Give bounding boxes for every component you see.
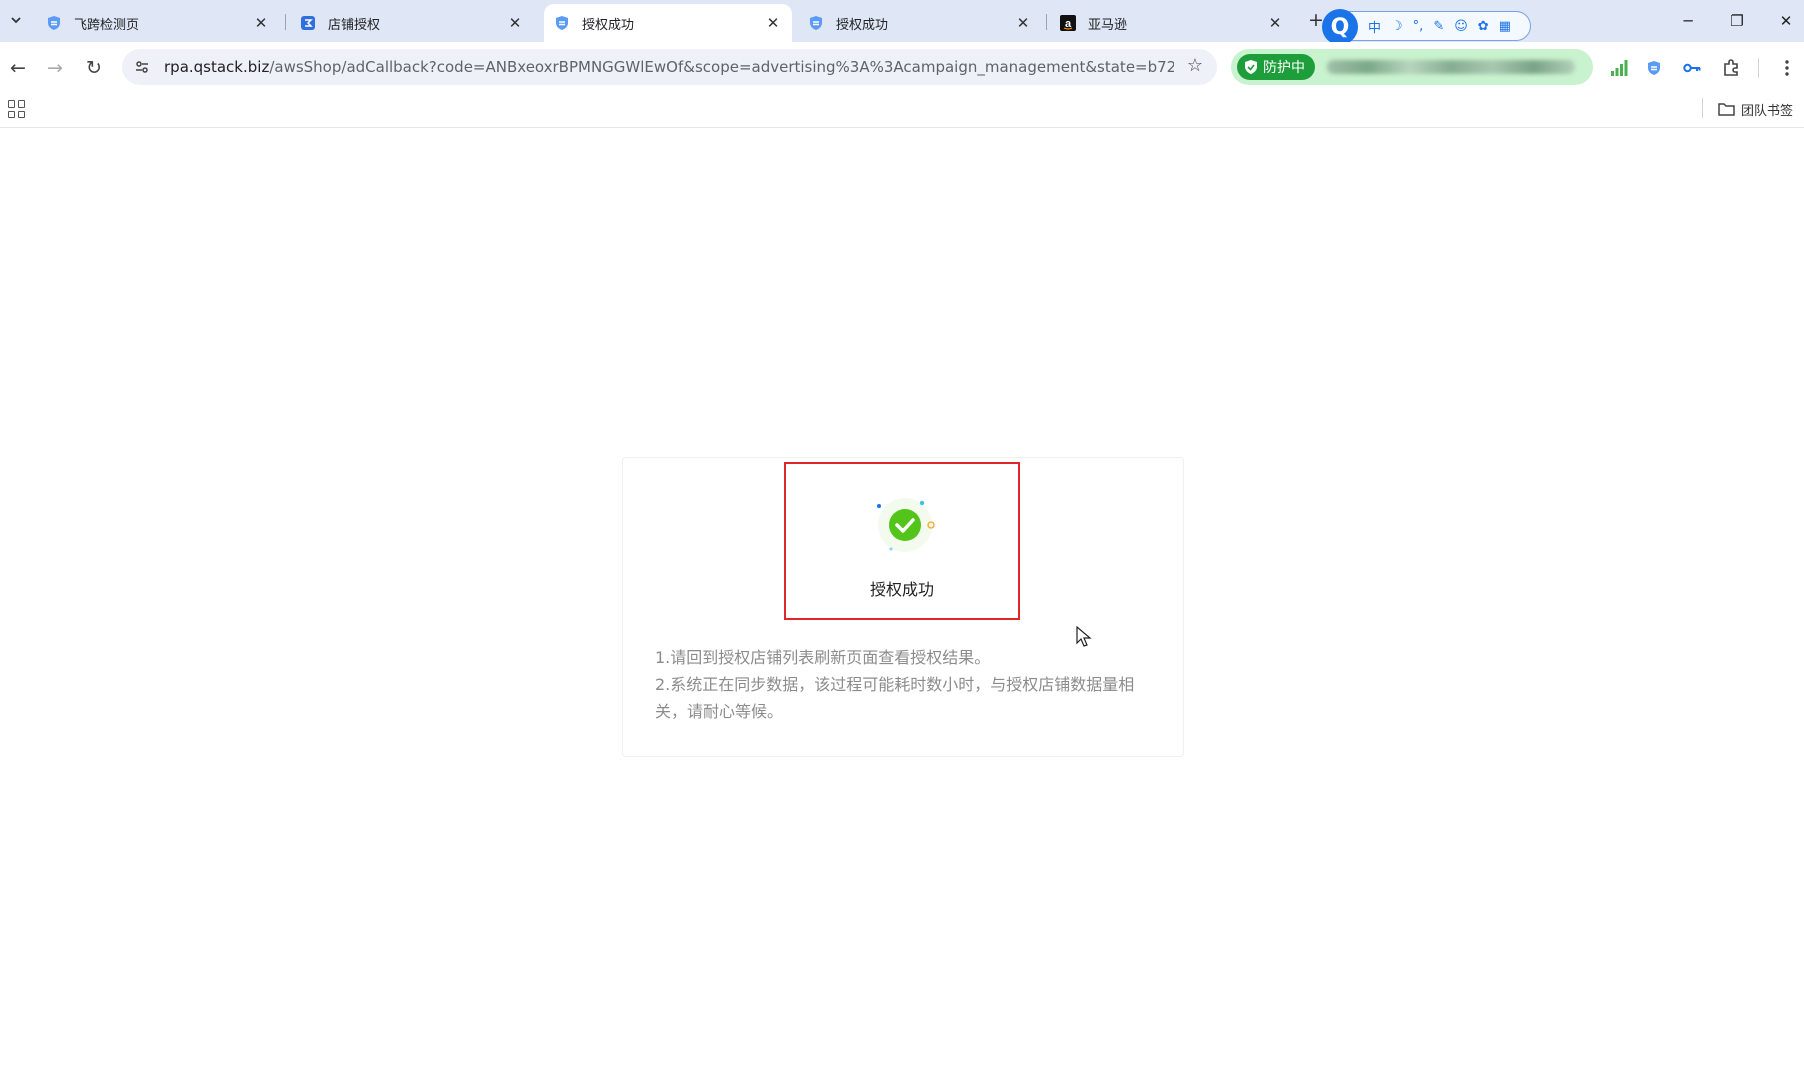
url-text[interactable]: rpa.qstack.biz/awsShop/adCallback?code=A… xyxy=(164,58,1174,76)
success-check-icon xyxy=(877,498,935,552)
apps-grid-icon[interactable] xyxy=(8,100,26,118)
bookmark-star-icon[interactable]: ☆ xyxy=(1187,55,1203,76)
protection-text: 防护中 xyxy=(1263,60,1305,76)
input-method-toolbar[interactable]: Q 中 ☽ °, ✎ ☺ ✿ ▦ xyxy=(1322,9,1531,45)
mouse-cursor-icon xyxy=(1076,626,1092,647)
tips-list: 1.请回到授权店铺列表刷新页面查看授权结果。 2.系统正在同步数据，该过程可能耗… xyxy=(655,644,1155,725)
chevron-down-icon xyxy=(11,17,21,24)
shield-icon xyxy=(554,15,570,31)
bookmarks-bar: 团队书签 xyxy=(0,92,1804,128)
url-domain: rpa.qstack.biz xyxy=(164,58,270,76)
address-bar[interactable]: rpa.qstack.biz/awsShop/adCallback?code=A… xyxy=(122,49,1217,85)
ime-item[interactable]: 中 xyxy=(1368,17,1381,36)
reload-icon[interactable]: ↻ xyxy=(79,53,109,83)
shield-icon xyxy=(808,15,824,31)
minimize-button[interactable]: ─ xyxy=(1668,8,1708,34)
tab-title: 店铺授权 xyxy=(328,17,381,33)
q-logo-icon[interactable]: Q xyxy=(1322,9,1358,45)
toolbar-separator xyxy=(1758,58,1759,78)
tab-separator xyxy=(1046,14,1047,30)
back-arrow-icon[interactable]: ← xyxy=(3,53,33,83)
result-title: 授权成功 xyxy=(869,580,934,599)
tab-title: 亚马逊 xyxy=(1088,17,1128,33)
close-icon[interactable]: ✕ xyxy=(1014,14,1032,32)
tab-auth-success-active[interactable]: 授权成功 ✕ xyxy=(544,4,792,42)
bookmark-separator xyxy=(1702,98,1703,118)
folder-icon xyxy=(1718,103,1735,116)
tab-strip: 飞跨检测页 ✕ 店铺授权 ✕ 授权成功 ✕ 授权成功 ✕ a 亚马逊 ✕ + Q… xyxy=(0,0,1804,45)
key-icon[interactable] xyxy=(1680,56,1704,80)
tab-search-dropdown[interactable] xyxy=(4,8,28,32)
ime-item[interactable]: ✿ xyxy=(1478,19,1489,34)
shield-extension-icon[interactable] xyxy=(1642,56,1666,80)
protection-status-bar[interactable]: 防护中 xyxy=(1231,49,1593,85)
url-path: /awsShop/adCallback?code=ANBxeoxrBPMNGGW… xyxy=(269,58,1174,76)
puzzle-extensions-icon[interactable] xyxy=(1719,56,1743,80)
team-bookmarks-label: 团队书签 xyxy=(1741,103,1794,119)
close-window-button[interactable]: ✕ xyxy=(1766,8,1804,34)
browser-toolbar: ← → ↻ rpa.qstack.biz/awsShop/adCallback?… xyxy=(0,42,1804,92)
tab-title: 飞跨检测页 xyxy=(74,17,140,33)
ime-item[interactable]: ▦ xyxy=(1499,19,1511,34)
forward-arrow-icon[interactable]: → xyxy=(40,53,70,83)
tip-item: 1.请回到授权店铺列表刷新页面查看授权结果。 xyxy=(655,648,991,667)
doc-app-icon xyxy=(300,15,316,31)
auth-result-card: 授权成功 1.请回到授权店铺列表刷新页面查看授权结果。 2.系统正在同步数据，该… xyxy=(622,457,1184,757)
tab-amazon[interactable]: a 亚马逊 ✕ xyxy=(1050,4,1294,42)
shield-check-icon xyxy=(1245,60,1257,74)
tab-title: 授权成功 xyxy=(582,17,635,33)
tip-item: 2.系统正在同步数据，该过程可能耗时数小时，与授权店铺数据量相关，请耐心等候。 xyxy=(655,675,1135,721)
signal-bars-icon[interactable] xyxy=(1607,56,1631,80)
tab-shop-auth[interactable]: 店铺授权 ✕ xyxy=(290,4,534,42)
site-info-icon[interactable] xyxy=(130,55,154,79)
more-menu-icon[interactable] xyxy=(1775,56,1799,80)
close-icon[interactable]: ✕ xyxy=(1266,14,1284,32)
tab-separator xyxy=(285,14,286,30)
restore-button[interactable]: ❐ xyxy=(1717,8,1757,34)
amazon-icon: a xyxy=(1060,15,1076,31)
tab-auth-success[interactable]: 授权成功 ✕ xyxy=(798,4,1042,42)
ime-item[interactable]: ☽ xyxy=(1391,19,1403,34)
close-icon[interactable]: ✕ xyxy=(252,14,270,32)
close-icon[interactable]: ✕ xyxy=(506,14,524,32)
shield-icon xyxy=(46,15,62,31)
team-bookmarks-folder[interactable]: 团队书签 xyxy=(1718,98,1793,120)
tab-feikua-check[interactable]: 飞跨检测页 ✕ xyxy=(36,4,280,42)
ime-item[interactable]: °, xyxy=(1413,19,1424,34)
blurred-info xyxy=(1327,60,1575,74)
ime-item[interactable]: ✎ xyxy=(1433,19,1444,34)
close-icon[interactable]: ✕ xyxy=(764,14,782,32)
ime-item[interactable]: ☺ xyxy=(1454,19,1468,34)
tab-title: 授权成功 xyxy=(836,17,889,33)
protection-badge[interactable]: 防护中 xyxy=(1237,54,1315,80)
